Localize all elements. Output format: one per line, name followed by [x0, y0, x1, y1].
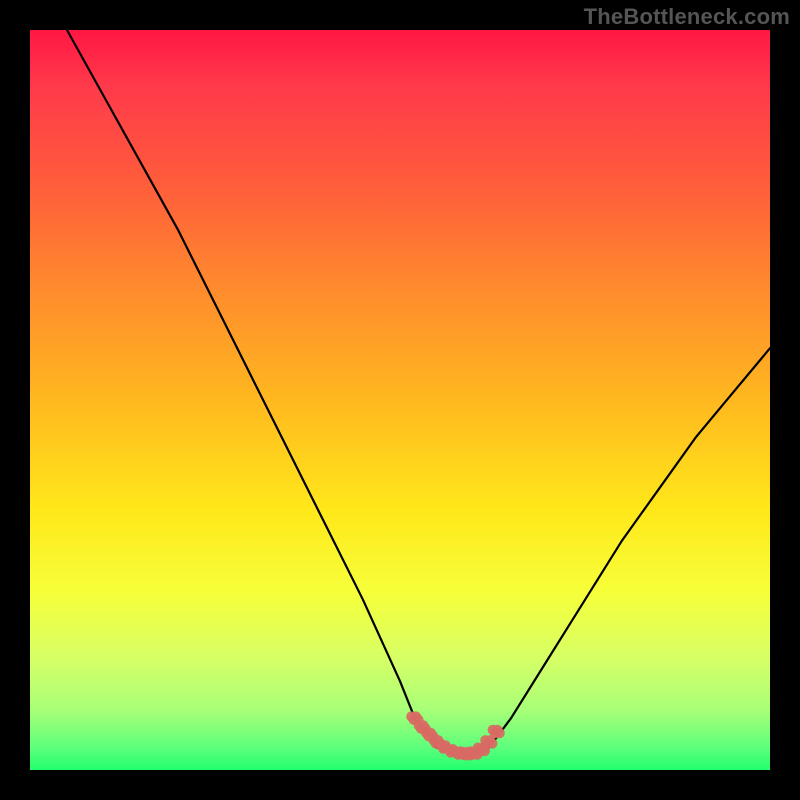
chart-frame: TheBottleneck.com: [0, 0, 800, 800]
plot-area: [30, 30, 770, 770]
watermark-text: TheBottleneck.com: [584, 4, 790, 30]
curve-svg: [30, 30, 770, 770]
bottom-marker: [406, 711, 505, 760]
bottleneck-curve: [67, 30, 770, 755]
